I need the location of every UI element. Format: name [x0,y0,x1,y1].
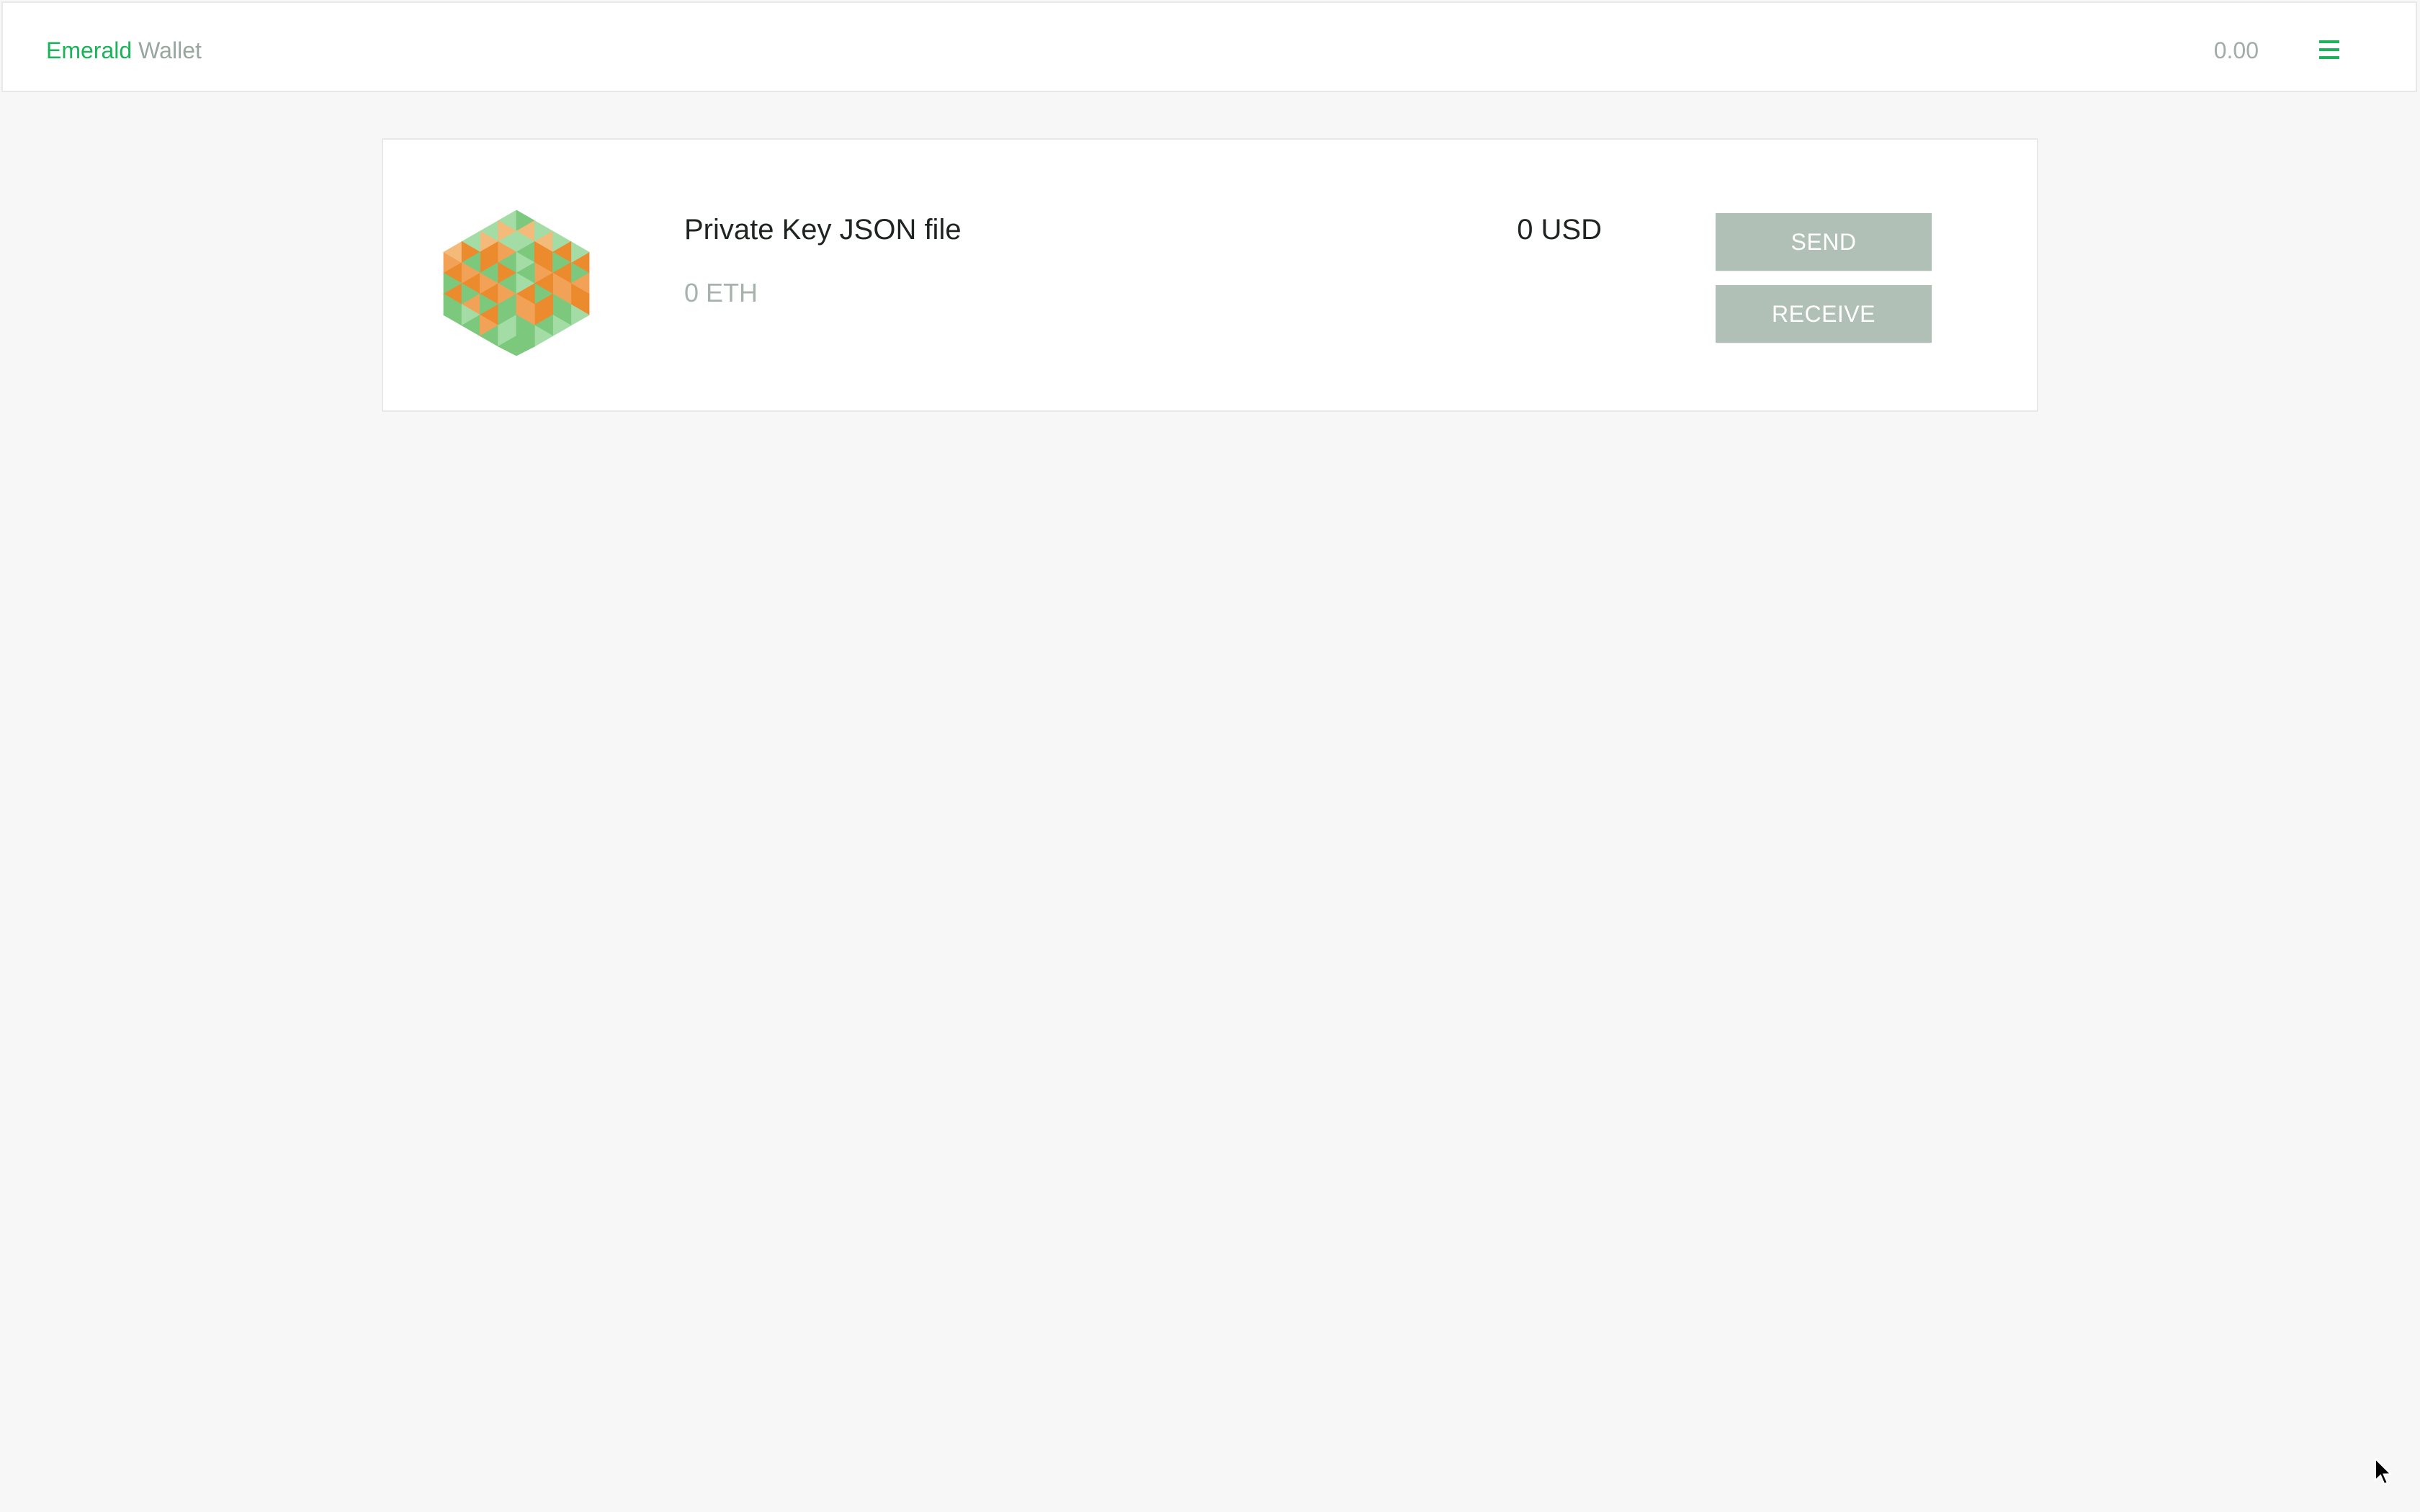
account-card: Private Key JSON file 0 ETH 0 USD SEND R… [382,138,2038,412]
mouse-cursor-icon [2374,1457,2393,1486]
account-fiat-balance: 0 USD [1517,214,1602,246]
hamburger-menu-icon [2319,40,2339,59]
send-button[interactable]: SEND [1716,213,1932,271]
app-logo[interactable]: Emerald Wallet [46,36,202,65]
account-name[interactable]: Private Key JSON file [684,212,962,248]
identicon-icon [443,210,590,356]
app-header: Emerald Wallet 0.00 [1,1,2417,92]
identicon-avatar[interactable] [442,210,591,356]
brand-name-primary: Emerald [46,37,133,63]
total-balance: 0.00 [2213,37,2259,63]
account-eth-balance: 0 ETH [684,278,758,307]
brand-name-secondary: Wallet [138,37,202,63]
receive-button[interactable]: RECEIVE [1716,285,1932,343]
menu-button[interactable] [2315,33,2347,66]
